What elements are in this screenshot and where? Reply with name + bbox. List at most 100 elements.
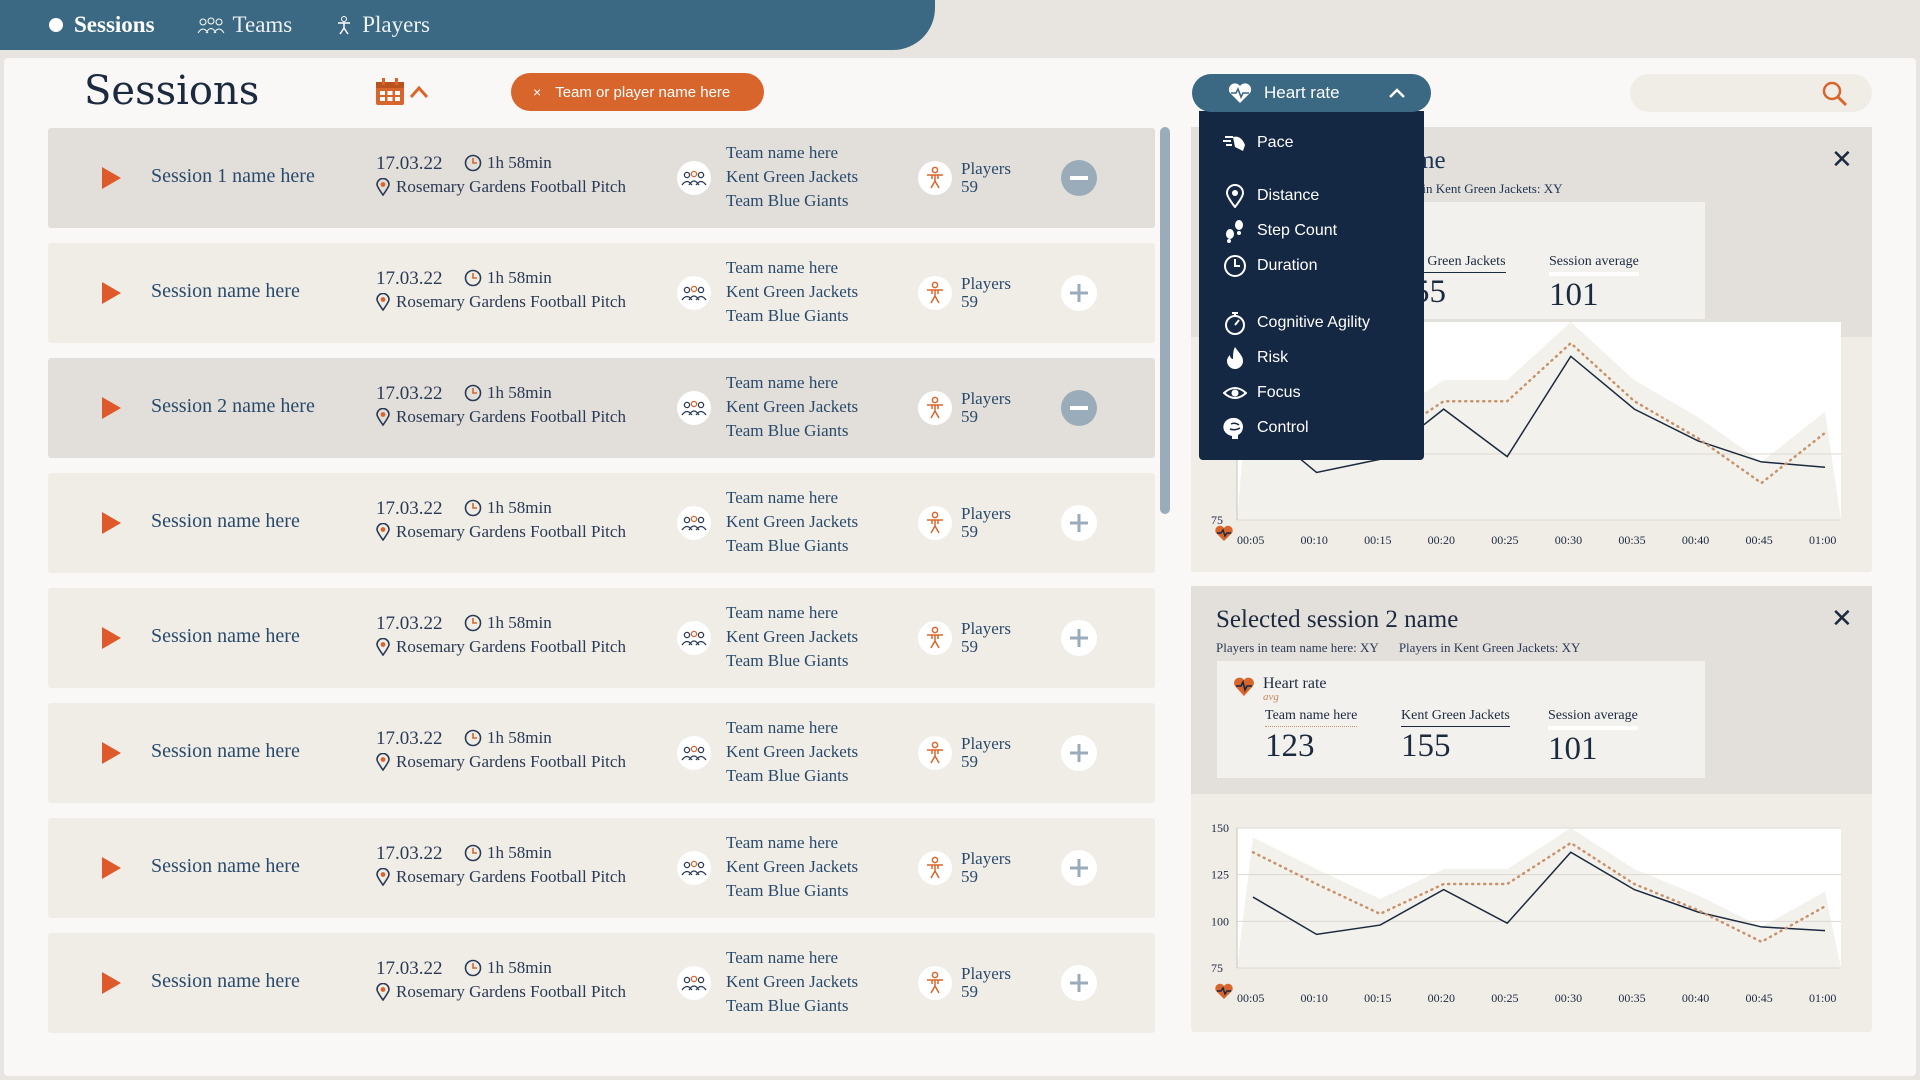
team-name[interactable]: Team Blue Giants: [726, 994, 858, 1018]
filter-chip[interactable]: × Team or player name here: [511, 73, 764, 111]
minus-icon: [1070, 176, 1088, 180]
plus-icon: [1070, 514, 1088, 532]
play-button[interactable]: [102, 282, 121, 304]
clock-icon: [464, 499, 482, 517]
play-button[interactable]: [102, 512, 121, 534]
team-name[interactable]: Team Blue Giants: [726, 879, 858, 903]
location-text: Rosemary Gardens Football Pitch: [396, 752, 626, 771]
session-row[interactable]: Session 1 name here 17.03.22 1h 58min Ro…: [48, 128, 1155, 228]
team-name[interactable]: Team name here: [726, 371, 858, 395]
session-name[interactable]: Session name here: [151, 855, 300, 878]
add-session-button[interactable]: [1061, 735, 1097, 771]
list-scrollbar[interactable]: [1160, 127, 1170, 514]
team-name[interactable]: Kent Green Jackets: [726, 165, 858, 189]
play-button[interactable]: [102, 857, 121, 879]
play-button[interactable]: [102, 167, 121, 189]
session-row[interactable]: Session name here 17.03.22 1h 58min Rose…: [48, 933, 1155, 1033]
team-name[interactable]: Kent Green Jackets: [726, 855, 858, 879]
team-name[interactable]: Kent Green Jackets: [726, 740, 858, 764]
calendar-toggle-button[interactable]: [375, 78, 429, 106]
team-name[interactable]: Team Blue Giants: [726, 649, 858, 673]
metric-dropdown-menu: Pace Distance Step Count Duration Cognit…: [1199, 111, 1424, 460]
session-date: 17.03.22: [376, 153, 443, 174]
y-tick-label: 75: [1211, 961, 1223, 975]
chevron-up-icon: [1389, 88, 1405, 98]
nav-item-players[interactable]: Players: [334, 12, 430, 38]
session-name[interactable]: Session name here: [151, 970, 300, 993]
team-name[interactable]: Team name here: [726, 141, 858, 165]
remove-session-button[interactable]: [1061, 390, 1097, 426]
session-row[interactable]: Session name here 17.03.22 1h 58min Rose…: [48, 473, 1155, 573]
add-session-button[interactable]: [1061, 620, 1097, 656]
session-name[interactable]: Session 1 name here: [151, 165, 315, 188]
chip-close-icon[interactable]: ×: [533, 84, 541, 100]
teams-icon: [681, 170, 707, 186]
team-name[interactable]: Kent Green Jackets: [726, 510, 858, 534]
player-icon: [927, 971, 943, 994]
dropdown-item-duration[interactable]: Duration: [1223, 254, 1317, 278]
add-session-button[interactable]: [1061, 965, 1097, 1001]
session-name[interactable]: Session name here: [151, 740, 300, 763]
session-date: 17.03.22: [376, 958, 443, 979]
play-button[interactable]: [102, 397, 121, 419]
nav-item-sessions[interactable]: Sessions: [46, 12, 155, 38]
session-location: Rosemary Gardens Football Pitch: [376, 637, 626, 657]
search-icon[interactable]: [1822, 81, 1848, 107]
session-teams: Team name here Kent Green Jackets Team B…: [726, 946, 858, 1018]
team-name[interactable]: Team name here: [726, 256, 858, 280]
team-name[interactable]: Team name here: [726, 716, 858, 740]
session-name[interactable]: Session name here: [151, 625, 300, 648]
team-name[interactable]: Team Blue Giants: [726, 189, 858, 213]
session-duration: 1h 58min: [464, 498, 552, 518]
team-name[interactable]: Kent Green Jackets: [726, 625, 858, 649]
dropdown-item-pace[interactable]: Pace: [1223, 131, 1293, 155]
dropdown-item-cognitive-agility[interactable]: Cognitive Agility: [1223, 311, 1370, 335]
metric-dropdown[interactable]: Heart rate: [1192, 74, 1431, 112]
session-name[interactable]: Session 2 name here: [151, 395, 315, 418]
remove-session-button[interactable]: [1061, 160, 1097, 196]
duration-text: 1h 58min: [487, 958, 552, 977]
team-name[interactable]: Team Blue Giants: [726, 304, 858, 328]
dropdown-item-distance[interactable]: Distance: [1223, 184, 1319, 208]
x-tick-label: 00:30: [1555, 533, 1582, 547]
dropdown-item-risk[interactable]: Risk: [1223, 346, 1288, 370]
play-button[interactable]: [102, 972, 121, 994]
team-name[interactable]: Kent Green Jackets: [726, 280, 858, 304]
dropdown-item-step-count[interactable]: Step Count: [1223, 219, 1337, 243]
nav-item-teams[interactable]: Teams: [197, 12, 292, 38]
team-name[interactable]: Team name here: [726, 946, 858, 970]
teams-badge: [677, 851, 711, 885]
session-row[interactable]: Session name here 17.03.22 1h 58min Rose…: [48, 243, 1155, 343]
team-name[interactable]: Team name here: [726, 831, 858, 855]
dropdown-item-control[interactable]: Control: [1223, 416, 1309, 440]
top-navigation: Sessions Teams Players: [0, 0, 935, 50]
add-session-button[interactable]: [1061, 505, 1097, 541]
session-name[interactable]: Session name here: [151, 510, 300, 533]
add-session-button[interactable]: [1061, 275, 1097, 311]
session-name[interactable]: Session name here: [151, 280, 300, 303]
add-session-button[interactable]: [1061, 850, 1097, 886]
location-text: Rosemary Gardens Football Pitch: [396, 407, 626, 426]
y-tick-label: 75: [1211, 513, 1223, 527]
session-row[interactable]: Session name here 17.03.22 1h 58min Rose…: [48, 703, 1155, 803]
team-name[interactable]: Team Blue Giants: [726, 764, 858, 788]
team-name[interactable]: Kent Green Jackets: [726, 395, 858, 419]
team-name[interactable]: Team Blue Giants: [726, 534, 858, 558]
team-name[interactable]: Team name here: [726, 601, 858, 625]
dropdown-item-focus[interactable]: Focus: [1223, 381, 1301, 405]
dropdown-label: Control: [1257, 419, 1309, 436]
session-row[interactable]: Session 2 name here 17.03.22 1h 58min Ro…: [48, 358, 1155, 458]
location-pin-icon: [1225, 184, 1245, 208]
team-name[interactable]: Kent Green Jackets: [726, 970, 858, 994]
session-duration: 1h 58min: [464, 958, 552, 978]
duration-text: 1h 58min: [487, 498, 552, 517]
heart-rate-icon: [1228, 83, 1252, 103]
location-text: Rosemary Gardens Football Pitch: [396, 867, 626, 886]
session-row[interactable]: Session name here 17.03.22 1h 58min Rose…: [48, 588, 1155, 688]
play-button[interactable]: [102, 627, 121, 649]
team-name[interactable]: Team name here: [726, 486, 858, 510]
play-button[interactable]: [102, 742, 121, 764]
team-name[interactable]: Team Blue Giants: [726, 419, 858, 443]
session-row[interactable]: Session name here 17.03.22 1h 58min Rose…: [48, 818, 1155, 918]
x-tick-label: 00:10: [1301, 991, 1328, 1005]
